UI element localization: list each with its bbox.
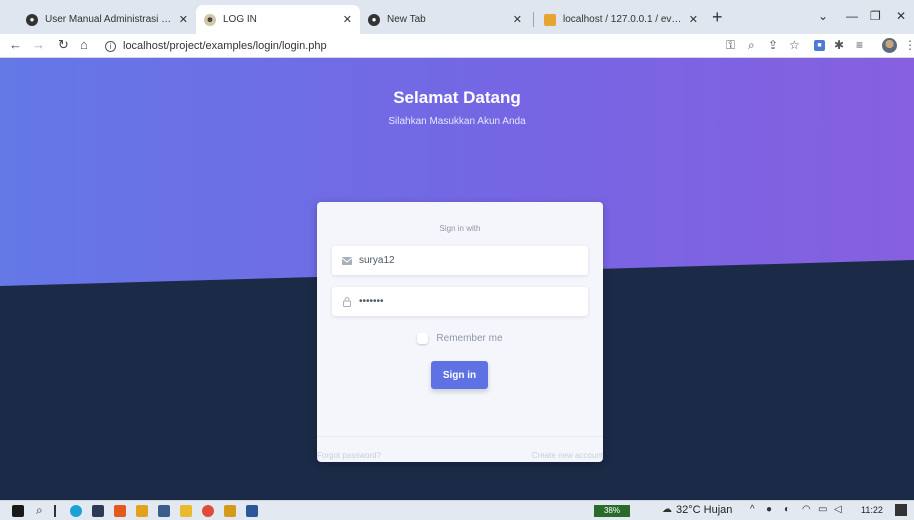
close-icon[interactable]: ✕: [343, 13, 352, 26]
info-icon[interactable]: i: [105, 40, 116, 52]
word-icon[interactable]: [246, 505, 258, 517]
battery-icon[interactable]: ▭: [818, 504, 827, 515]
menu-icon[interactable]: ⋮: [904, 38, 914, 52]
browser-tabstrip: ● User Manual Administrasi Desa_F ✕ ☻ LO…: [0, 0, 914, 34]
page-title: Selamat Datang: [393, 88, 521, 107]
os-taskbar: ⌕ 38% ☁ 32°C Hujan ^ ● ◐ ◠ ▭ ◁ 11:22: [0, 500, 914, 520]
clock[interactable]: 11:22: [861, 505, 883, 515]
new-tab-button[interactable]: +: [712, 7, 723, 28]
key-icon[interactable]: ⚿: [726, 38, 735, 53]
card-divider: [317, 436, 603, 437]
app-icon[interactable]: [92, 505, 104, 517]
weather-text[interactable]: 32°C Hujan: [676, 504, 732, 516]
reading-list-icon[interactable]: ≡: [856, 38, 863, 52]
chevron-up-icon[interactable]: ^: [750, 504, 755, 515]
tab-phpmyadmin[interactable]: localhost / 127.0.0.1 / evaluasirpl ✕: [536, 5, 706, 34]
weather-icon: ☁: [662, 504, 672, 515]
lock-icon: [341, 296, 353, 307]
create-account-link[interactable]: Create new account: [532, 451, 603, 460]
forgot-password-link[interactable]: Forgot password?: [317, 451, 381, 460]
battery-indicator: 38%: [594, 505, 630, 517]
tab-new-tab[interactable]: ● New Tab ✕: [360, 5, 530, 34]
extension-icon[interactable]: ■: [814, 40, 825, 51]
chrome-icon: ●: [26, 13, 38, 26]
reload-icon[interactable]: ↻: [58, 37, 69, 53]
tab-title: User Manual Administrasi Desa_F: [45, 14, 173, 25]
login-card: Sign in with Remember me Sign in Forgot …: [317, 202, 603, 462]
tab-user-manual[interactable]: ● User Manual Administrasi Desa_F ✕: [18, 5, 196, 34]
tab-login[interactable]: ☻ LOG IN ✕: [196, 5, 360, 34]
sign-in-with-label: Sign in with: [439, 224, 481, 233]
store-icon[interactable]: [158, 505, 170, 517]
chrome-icon: ●: [368, 13, 380, 26]
volume-icon[interactable]: ◁: [834, 504, 842, 515]
tab-title: localhost / 127.0.0.1 / evaluasirpl: [563, 14, 683, 25]
username-field[interactable]: [332, 246, 588, 275]
phpmyadmin-icon: [544, 13, 556, 26]
username-input[interactable]: [359, 255, 559, 266]
taskbar-divider: [54, 505, 56, 517]
close-icon[interactable]: ✕: [179, 13, 188, 26]
close-icon[interactable]: ✕: [513, 13, 522, 26]
edge-icon[interactable]: [70, 505, 82, 517]
search-icon[interactable]: ⌕: [36, 503, 43, 518]
tray-app-icon[interactable]: ●: [766, 504, 772, 515]
window-close-icon[interactable]: ✕: [896, 9, 906, 23]
file-explorer-icon[interactable]: [136, 505, 148, 517]
tab-title: LOG IN: [223, 14, 257, 25]
wifi-icon[interactable]: ◠: [802, 504, 811, 515]
tab-divider: [533, 12, 534, 27]
browser-toolbar: ← → ↻ ⌂ i localhost/project/examples/log…: [0, 34, 914, 58]
favicon-icon: ☻: [204, 13, 216, 26]
tab-search-chevron-icon[interactable]: ⌄: [818, 9, 828, 23]
chrome-taskbar-icon[interactable]: [202, 505, 214, 517]
notification-icon[interactable]: [895, 504, 907, 516]
address-bar[interactable]: i localhost/project/examples/login/login…: [105, 37, 327, 55]
page-content: Selamat Datang Silahkan Masukkan Akun An…: [0, 58, 914, 500]
office-icon[interactable]: [114, 505, 126, 517]
bookmark-star-icon[interactable]: ☆: [789, 38, 800, 52]
close-icon[interactable]: ✕: [689, 13, 698, 26]
back-icon[interactable]: ←: [9, 37, 22, 52]
remember-me-checkbox[interactable]: [417, 333, 429, 344]
email-icon: [341, 256, 353, 265]
forward-icon[interactable]: →: [32, 37, 45, 52]
sign-in-button[interactable]: Sign in: [431, 361, 488, 389]
zoom-icon[interactable]: ⌕: [748, 38, 755, 53]
remember-me-row[interactable]: Remember me: [317, 333, 603, 344]
minimize-icon[interactable]: —: [846, 9, 858, 23]
start-icon[interactable]: [12, 505, 24, 517]
url-text: localhost/project/examples/login/login.p…: [123, 40, 327, 52]
password-field[interactable]: [332, 287, 588, 316]
profile-avatar[interactable]: [882, 38, 897, 53]
home-icon[interactable]: ⌂: [80, 37, 88, 52]
tray-sync-icon[interactable]: ◐: [784, 504, 790, 515]
puzzle-icon[interactable]: ✱: [834, 38, 844, 52]
maximize-icon[interactable]: ❐: [870, 9, 881, 23]
sublime-icon[interactable]: [224, 505, 236, 517]
folder-icon[interactable]: [180, 505, 192, 517]
page-subtitle: Silahkan Masukkan Akun Anda: [388, 116, 526, 127]
tab-title: New Tab: [387, 14, 426, 25]
remember-me-label: Remember me: [436, 333, 503, 344]
share-icon[interactable]: ⇪: [768, 38, 778, 52]
password-input[interactable]: [359, 296, 559, 307]
